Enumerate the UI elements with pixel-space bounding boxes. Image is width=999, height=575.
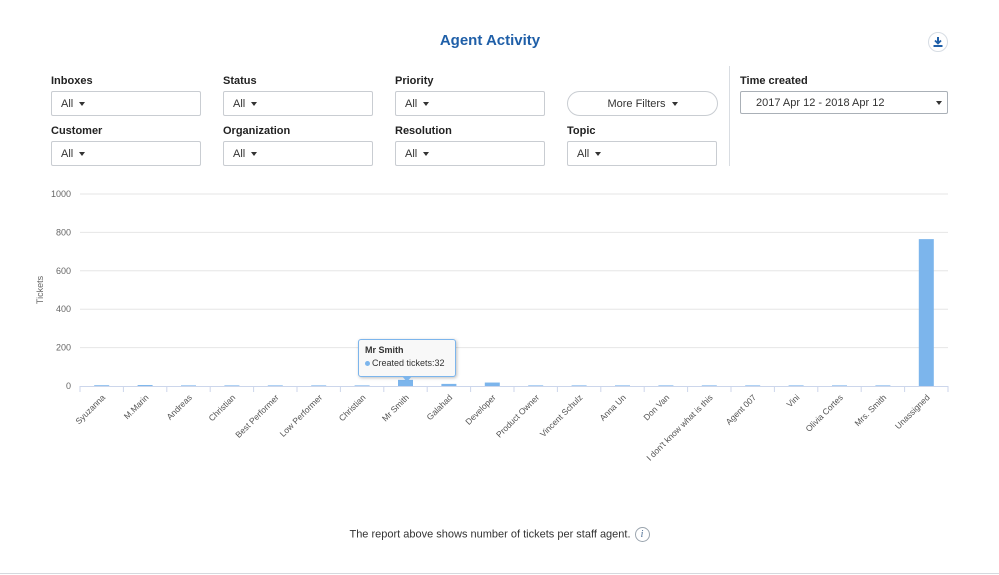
bar: [181, 385, 196, 386]
tooltip-arrow: [402, 376, 412, 382]
bar: [311, 385, 327, 386]
x-tick-label: Anna Un: [597, 392, 628, 423]
y-tick-label: 0: [66, 381, 71, 391]
x-tick-label: Vincent Schulz: [538, 392, 585, 439]
y-tick-label: 600: [56, 266, 71, 276]
y-tick-label: 200: [56, 343, 71, 353]
info-icon[interactable]: i: [634, 527, 650, 542]
x-tick-label: M.Marin: [122, 392, 151, 421]
bar: [701, 385, 717, 386]
x-tick-label: Olivia Cortes: [803, 392, 844, 433]
bar: [832, 385, 847, 386]
bar: [615, 385, 630, 386]
y-tick-label: 1000: [51, 189, 71, 199]
bar: [918, 239, 934, 386]
x-tick-label: Syuzanna: [73, 392, 107, 426]
x-tick-label: Agent 007: [724, 392, 759, 427]
bar: [528, 385, 544, 386]
x-tick-label: Mr Smith: [380, 392, 411, 423]
y-tick-label: 400: [56, 304, 71, 314]
footnote-text: The report above shows number of tickets…: [349, 528, 631, 541]
x-tick-label: Don Van: [641, 392, 671, 422]
bar: [788, 385, 804, 386]
bar: [875, 385, 891, 386]
x-tick-label: Unassigned: [893, 392, 932, 431]
bar: [267, 385, 283, 386]
x-tick-label: Christian: [207, 392, 238, 423]
x-tick-label: Vini: [785, 392, 802, 409]
chart-tooltip: Mr Smith Created tickets:32: [358, 339, 456, 377]
y-tick-label: 800: [56, 227, 71, 237]
bar: [745, 385, 761, 386]
x-tick-label: Developer: [463, 392, 498, 427]
bar: [137, 385, 153, 386]
report-footnote: The report above shows number of tickets…: [0, 527, 999, 542]
x-tick-label: Galahad: [425, 392, 455, 422]
bar: [571, 385, 587, 386]
x-tick-label: Mrs. Smith: [853, 392, 889, 428]
y-axis-title: Tickets: [35, 275, 45, 304]
bar: [354, 385, 370, 386]
series-marker-icon: [365, 361, 370, 367]
x-tick-label: Christian: [337, 392, 368, 423]
bar: [224, 385, 240, 386]
agent-activity-chart: 0 200 400 600 800 1000 Tickets Syuzanna M.Marin A…: [35, 189, 949, 463]
bottom-divider: [0, 573, 999, 574]
tooltip-series: Created tickets: [372, 358, 433, 368]
tooltip-value: 32: [434, 358, 445, 368]
bar: [441, 383, 457, 386]
bar: [484, 382, 500, 386]
x-tick-label: Best Performer: [233, 392, 281, 440]
bar: [658, 385, 674, 386]
x-tick-label: Product Owner: [494, 392, 541, 439]
x-tick-label: Low Performer: [278, 392, 325, 439]
bar: [94, 385, 110, 386]
x-tick-label: Andreas: [164, 392, 193, 421]
tooltip-title: Mr Smith: [365, 345, 404, 355]
